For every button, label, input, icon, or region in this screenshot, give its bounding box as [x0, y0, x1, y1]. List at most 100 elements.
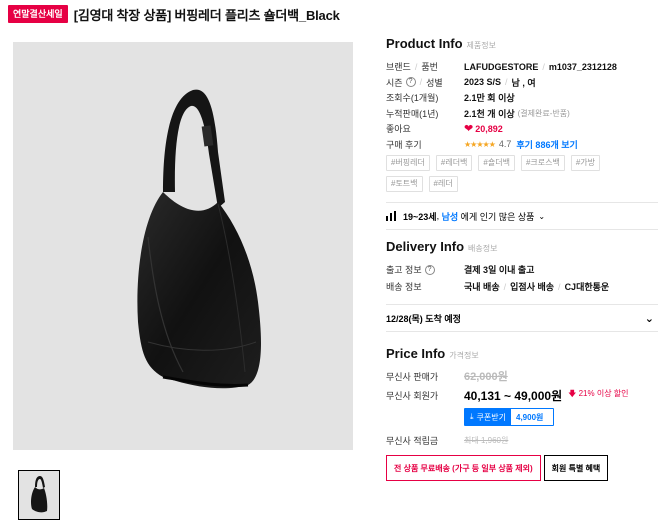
- season-row: 시즌? / 성별 2023 S/S / 남 , 여: [386, 75, 658, 91]
- reviews-link[interactable]: 후기 886개 보기: [516, 138, 577, 151]
- season-label-sep: /: [419, 77, 423, 88]
- free-shipping-button[interactable]: 전 상품 무료배송 (가구 등 일부 상품 제외): [386, 455, 541, 481]
- views-row: 조회수(1개월) 2.1만 회 이상: [386, 90, 658, 106]
- help-icon[interactable]: ?: [424, 264, 435, 275]
- thumbnail-bag: [31, 476, 48, 513]
- season-label: 시즌: [386, 77, 403, 88]
- coupon-amount: 4,900원: [516, 412, 544, 422]
- tag-item[interactable]: #숄더백: [478, 155, 515, 171]
- download-icon: ⤓: [470, 412, 474, 421]
- sales-row: 누적판매(1년) 2.1천 개 이상 (결제완료-반품): [386, 106, 658, 122]
- views-value: 2.1만 회 이상: [464, 93, 515, 104]
- member-benefit-button[interactable]: 회원 특별 혜택: [543, 455, 609, 481]
- views-label: 조회수(1개월): [386, 93, 439, 104]
- coupon-download[interactable]: ⤓ 쿠폰받기: [465, 409, 511, 425]
- product-info-heading: Product Info 제품정보: [386, 36, 658, 51]
- star-rating-icon: ★★★★★: [464, 139, 496, 149]
- delivery-rows: 출고 정보? 결제 3일 이내 출고 배송 정보 국내 배송 / 입점사 배송 / CJ…: [386, 261, 658, 295]
- tag-item[interactable]: #크로스백: [520, 155, 565, 171]
- rating-value: 4.7: [498, 139, 512, 150]
- tag-item[interactable]: #가방: [570, 155, 601, 171]
- price-heading: Price Info 가격정보: [386, 346, 658, 361]
- tag-list: #버핑레더 #레더백 #숄더백 #크로스백 #가방 #토트백 #레더: [386, 155, 636, 192]
- sale-price: 62,000원: [464, 371, 508, 383]
- ship-sep: /: [503, 281, 507, 292]
- delivery-subtitle: 배송정보: [468, 244, 498, 253]
- arrival-date: 12/28(목) 도착 예정: [386, 313, 461, 324]
- product-code: m1037_2312128: [548, 61, 617, 72]
- popular-gender: 남성: [441, 211, 459, 222]
- ship-info-row: 배송 정보 국내 배송 / 입점사 배송 / CJ대한통운: [386, 278, 658, 295]
- sales-label: 누적판매(1년): [386, 108, 439, 119]
- tag-item[interactable]: #레더백: [435, 155, 473, 171]
- gender-value: 남 , 여: [511, 77, 536, 88]
- chevron-down-icon: ⌄: [644, 312, 654, 325]
- coupon-button[interactable]: ⤓ 쿠폰받기 4,900원: [464, 408, 554, 426]
- tag-item[interactable]: #버핑레더: [386, 155, 430, 171]
- thumbnail-1[interactable]: [18, 470, 60, 520]
- arrow-down-icon: 🡇: [568, 389, 577, 398]
- code-label: 품번: [421, 62, 438, 73]
- brand-label-sep: /: [414, 61, 418, 72]
- discount-text: 21% 이상 할인: [578, 389, 629, 398]
- points-row: 무신사 적립금 최대 1,960원: [386, 431, 658, 449]
- ship-domestic: 국내 배송: [464, 282, 500, 292]
- points-label: 무신사 적립금: [386, 435, 439, 446]
- product-info-rows: 브랜드 / 품번 LAFUDGESTORE / m1037_2312128 시즌? / 성별…: [386, 59, 658, 152]
- member-price: 40,131 ~ 49,000원: [464, 388, 563, 403]
- brand-label: 브랜드: [386, 62, 411, 73]
- popular-age: 19~23세: [403, 211, 437, 222]
- sale-price-label: 무신사 판매가: [386, 371, 439, 382]
- product-title: [김영대 착장 상품] 버핑레더 플리츠 숄더백_Black: [73, 7, 340, 23]
- product-info-subtitle: 제품정보: [466, 41, 496, 50]
- sales-value: 2.1천 개 이상: [464, 108, 515, 119]
- brand-name[interactable]: LAFUDGESTORE: [464, 62, 538, 72]
- product-info-panel: Product Info 제품정보 브랜드 / 품번 LAFUDGESTORE / m1…: [386, 36, 658, 481]
- main-product-image[interactable]: [13, 42, 353, 450]
- member-price-row: 무신사 회원가 40,131 ~ 49,000원 🡇 21% 이상 할인: [386, 385, 658, 405]
- discount-rate: 🡇 21% 이상 할인: [568, 388, 628, 402]
- season-value: 2023 S/S: [464, 77, 502, 88]
- ship-info-label: 배송 정보: [386, 282, 422, 292]
- popular-row[interactable]: 19~23세, 남성 에게 인기 많은 상품 ⌄: [386, 203, 658, 229]
- price-title: Price Info: [386, 346, 446, 361]
- reviews-label: 구매 후기: [386, 139, 422, 150]
- product-info-title: Product Info: [386, 36, 463, 51]
- points-value: 최대 1,960원: [464, 435, 509, 445]
- member-price-label: 무신사 회원가: [386, 390, 439, 401]
- title-bar: 연말결산세일 [김영대 착장 상품] 버핑레더 플리츠 숄더백_Black: [8, 4, 340, 24]
- likes-count: 20,892: [475, 123, 503, 134]
- tag-item[interactable]: #레더: [428, 176, 458, 192]
- arrival-dropdown[interactable]: 12/28(목) 도착 예정 ⌄: [386, 304, 658, 332]
- ship-from-value: 결제 3일 이내 출고: [464, 265, 535, 275]
- season-value-sep: /: [505, 77, 508, 88]
- ship-carrier: CJ대한통운: [564, 282, 610, 292]
- chevron-down-icon: ⌄: [538, 211, 546, 221]
- coupon-label: 쿠폰받기: [476, 412, 506, 422]
- brand-value-sep: /: [542, 61, 545, 72]
- popular-suffix: 에게 인기 많은 상품: [460, 211, 535, 222]
- sale-price-row: 무신사 판매가 62,000원: [386, 367, 658, 385]
- price-subtitle: 가격정보: [449, 351, 479, 360]
- ship-vendor: 입점사 배송: [510, 282, 555, 292]
- ship-from-row: 출고 정보? 결제 3일 이내 출고: [386, 261, 658, 278]
- benefit-buttons: 전 상품 무료배송 (가구 등 일부 상품 제외) 회원 특별 혜택: [386, 455, 658, 481]
- brand-row: 브랜드 / 품번 LAFUDGESTORE / m1037_2312128: [386, 59, 658, 75]
- sales-note: (결제완료-반품): [517, 108, 570, 118]
- reviews-row: 구매 후기 ★★★★★ 4.7 후기 886개 보기: [386, 137, 658, 153]
- sale-badge: 연말결산세일: [8, 5, 68, 23]
- ship-from-label: 출고 정보: [386, 265, 422, 275]
- gender-label: 성별: [426, 77, 443, 88]
- price-rows: 무신사 판매가 62,000원 무신사 회원가 40,131 ~ 49,000원…: [386, 367, 658, 449]
- ship-sep: /: [558, 281, 561, 292]
- delivery-heading: Delivery Info 배송정보: [386, 239, 658, 254]
- bag-illustration: [137, 89, 261, 389]
- heart-icon[interactable]: ❤: [464, 122, 473, 135]
- divider: [386, 229, 658, 230]
- likes-row: 좋아요 ❤ 20,892: [386, 121, 658, 137]
- likes-label: 좋아요: [386, 124, 411, 135]
- chart-bars-icon: [386, 211, 396, 221]
- tag-item[interactable]: #토트백: [386, 176, 423, 192]
- help-icon[interactable]: ?: [405, 77, 416, 88]
- delivery-title: Delivery Info: [386, 239, 465, 254]
